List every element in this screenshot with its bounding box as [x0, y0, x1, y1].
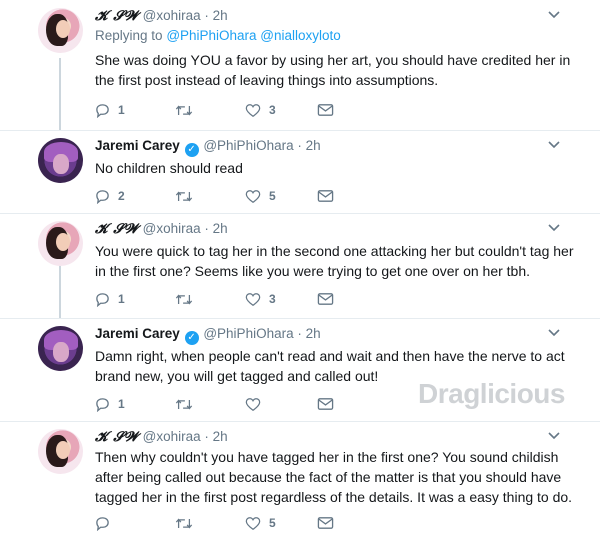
timestamp[interactable]: · 2h [204, 221, 227, 236]
direct-message-button[interactable] [317, 289, 334, 309]
timestamp[interactable]: · 2h [204, 429, 227, 444]
retweet-icon [175, 517, 193, 529]
tweet-header: Jaremi Carey ✓ @PhiPhiOhara · 2h [95, 326, 321, 345]
reply-icon [96, 189, 109, 204]
retweet-button[interactable] [175, 186, 201, 206]
envelope-icon [317, 398, 334, 410]
heart-icon [245, 292, 261, 306]
like-count: 5 [269, 189, 276, 203]
tweet-2[interactable]: Jaremi Carey ✓ @PhiPhiOhara · 2h No chil… [0, 130, 600, 213]
heart-icon [245, 103, 261, 117]
retweet-button[interactable] [175, 394, 201, 414]
reply-button[interactable]: 1 [95, 100, 125, 120]
like-button[interactable]: 5 [245, 513, 276, 533]
direct-message-button[interactable] [317, 100, 334, 120]
tweet-1[interactable]: 𝓚 𝓢𝓦 @xohiraa · 2h Replying to @PhiPhiOh… [0, 0, 600, 130]
display-name[interactable]: Jaremi Carey [95, 326, 180, 341]
chevron-down-icon[interactable] [548, 138, 560, 152]
user-handle[interactable]: @xohiraa [143, 8, 201, 23]
timestamp[interactable]: · 2h [297, 326, 320, 341]
reply-icon [96, 292, 109, 307]
reply-count: 1 [118, 397, 125, 411]
chevron-down-icon[interactable] [548, 429, 560, 443]
heart-icon [245, 189, 261, 203]
tweet-header: 𝓚 𝓢𝓦 @xohiraa · 2h [95, 221, 228, 237]
chevron-down-icon[interactable] [548, 221, 560, 235]
retweet-icon [175, 293, 193, 305]
envelope-icon [317, 190, 334, 202]
envelope-icon [317, 104, 334, 116]
reply-button[interactable]: 2 [95, 186, 125, 206]
avatar[interactable] [38, 429, 83, 474]
like-button[interactable] [245, 394, 269, 414]
watermark-logo: Draglicious [418, 378, 565, 409]
chevron-down-icon[interactable] [548, 8, 560, 22]
envelope-icon [317, 517, 334, 529]
tweet-header: Jaremi Carey ✓ @PhiPhiOhara · 2h [95, 138, 321, 157]
like-count: 5 [269, 516, 276, 530]
reply-icon [96, 516, 109, 531]
user-handle[interactable]: @PhiPhiOhara [203, 326, 293, 341]
verified-badge-icon: ✓ [184, 331, 199, 345]
display-name[interactable]: 𝓚 𝓢𝓦 [95, 429, 139, 445]
retweet-icon [175, 104, 193, 116]
reply-button[interactable] [95, 513, 118, 533]
replying-to: Replying to @PhiPhiOhara @nialloxyloto [95, 28, 341, 43]
timestamp[interactable]: · 2h [204, 8, 227, 23]
tweet-header: 𝓚 𝓢𝓦 @xohiraa · 2h [95, 8, 228, 24]
retweet-button[interactable] [175, 289, 201, 309]
reply-button[interactable]: 1 [95, 394, 125, 414]
like-count: 3 [269, 292, 276, 306]
tweet-header: 𝓚 𝓢𝓦 @xohiraa · 2h [95, 429, 228, 445]
display-name[interactable]: 𝓚 𝓢𝓦 [95, 221, 139, 237]
timestamp[interactable]: · 2h [297, 138, 320, 153]
user-handle[interactable]: @xohiraa [143, 429, 201, 444]
verified-badge-icon: ✓ [184, 143, 199, 157]
retweet-button[interactable] [175, 513, 201, 533]
user-handle[interactable]: @PhiPhiOhara [203, 138, 293, 153]
direct-message-button[interactable] [317, 513, 334, 533]
retweet-icon [175, 190, 193, 202]
like-button[interactable]: 3 [245, 289, 276, 309]
direct-message-button[interactable] [317, 186, 334, 206]
avatar[interactable] [38, 326, 83, 371]
display-name[interactable]: 𝓚 𝓢𝓦 [95, 8, 139, 24]
reply-count: 2 [118, 189, 125, 203]
reply-icon [96, 397, 109, 412]
direct-message-button[interactable] [317, 394, 334, 414]
reply-count: 1 [118, 292, 125, 306]
retweet-icon [175, 398, 193, 410]
avatar[interactable] [38, 8, 83, 53]
heart-icon [245, 516, 261, 530]
chevron-down-icon[interactable] [548, 326, 560, 340]
tweet-actions: 1 3 [95, 289, 355, 309]
user-handle[interactable]: @xohiraa [143, 221, 201, 236]
tweet-text: Then why couldn't you have tagged her in… [95, 449, 573, 505]
heart-icon [245, 397, 261, 411]
tweet-actions: 1 [95, 394, 355, 414]
tweet-text: You were quick to tag her in the second … [95, 243, 574, 279]
retweet-button[interactable] [175, 100, 201, 120]
replying-to-prefix: Replying to [95, 28, 163, 43]
avatar[interactable] [38, 138, 83, 183]
reply-button[interactable]: 1 [95, 289, 125, 309]
tweet-actions: 1 3 [95, 100, 355, 120]
like-button[interactable]: 5 [245, 186, 276, 206]
display-name[interactable]: Jaremi Carey [95, 138, 180, 153]
reply-count: 1 [118, 103, 125, 117]
tweet-actions: 2 5 [95, 186, 355, 206]
envelope-icon [317, 293, 334, 305]
tweet-5[interactable]: 𝓚 𝓢𝓦 @xohiraa · 2h Then why couldn't you… [0, 421, 600, 539]
like-button[interactable]: 3 [245, 100, 276, 120]
replying-to-handles[interactable]: @PhiPhiOhara @nialloxyloto [166, 28, 341, 43]
tweet-text: No children should read [95, 160, 243, 176]
tweet-3[interactable]: 𝓚 𝓢𝓦 @xohiraa · 2h You were quick to tag… [0, 213, 600, 318]
reply-icon [96, 103, 109, 118]
tweet-actions: 5 [95, 513, 355, 533]
tweet-text: She was doing YOU a favor by using her a… [95, 52, 571, 88]
like-count: 3 [269, 103, 276, 117]
avatar[interactable] [38, 221, 83, 266]
